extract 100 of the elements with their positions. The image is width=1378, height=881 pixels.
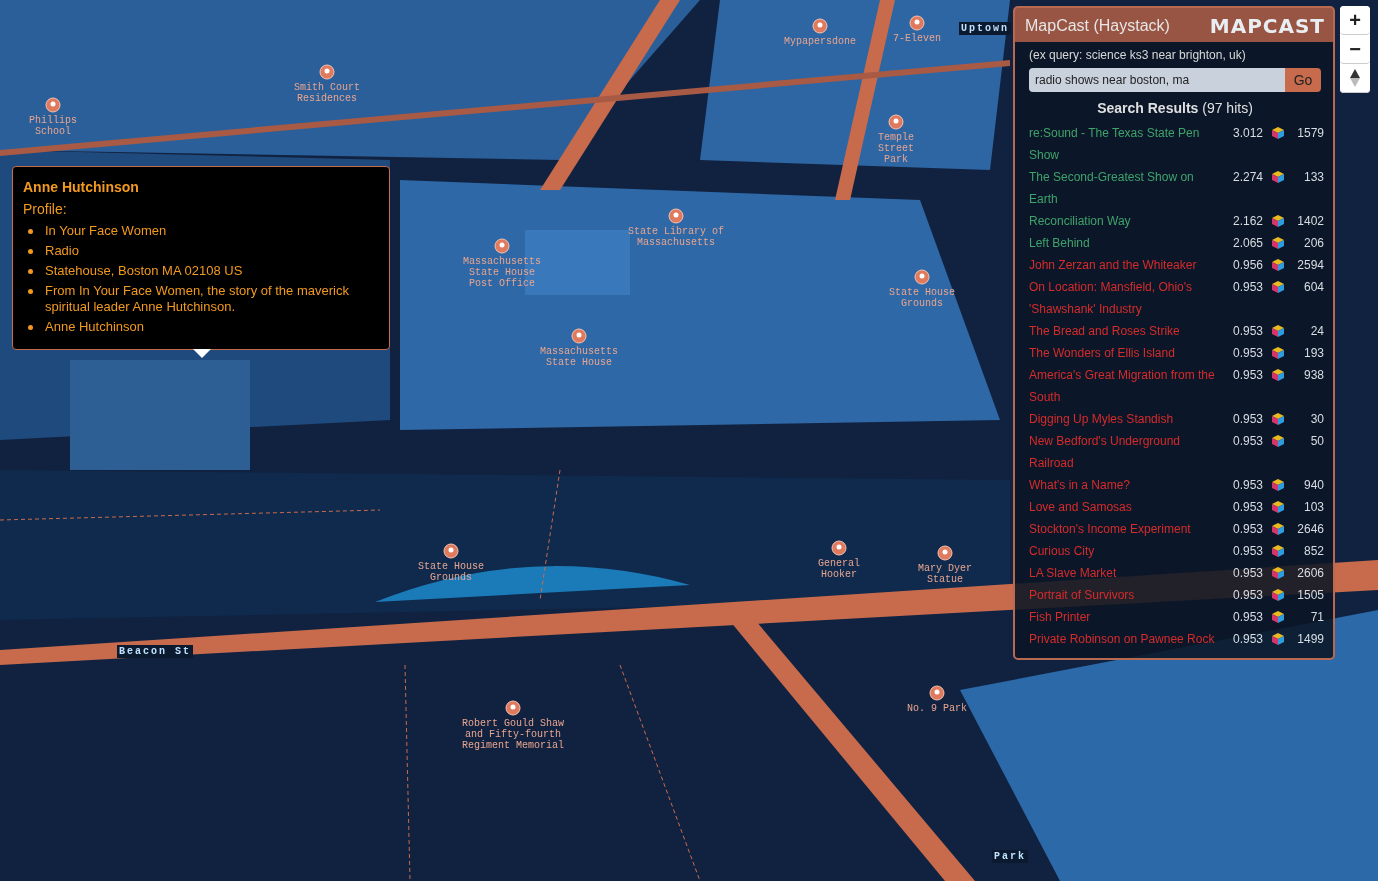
result-link[interactable]: Fish Printer bbox=[1029, 606, 1225, 628]
result-link[interactable]: Portrait of Survivors bbox=[1029, 584, 1225, 606]
result-score: 0.953 bbox=[1231, 323, 1263, 340]
popup-item: Statehouse, Boston MA 02108 US bbox=[45, 263, 243, 279]
result-count: 71 bbox=[1309, 609, 1324, 626]
map-pin-icon[interactable] bbox=[443, 543, 459, 559]
map-pin-icon[interactable] bbox=[831, 540, 847, 556]
cube-icon bbox=[1271, 281, 1285, 293]
map-pin-icon[interactable] bbox=[319, 64, 335, 80]
bullet-icon bbox=[28, 325, 33, 330]
result-link[interactable]: Reconciliation Way bbox=[1029, 210, 1225, 232]
map-label: No. 9 Park bbox=[907, 703, 967, 714]
result-link[interactable]: The Second-Greatest Show on Earth bbox=[1029, 166, 1225, 210]
map-label: Temple Street Park bbox=[877, 132, 915, 165]
result-score: 0.953 bbox=[1231, 565, 1263, 582]
map-pin-icon[interactable] bbox=[929, 685, 945, 701]
result-score: 3.012 bbox=[1231, 125, 1263, 142]
result-count: 938 bbox=[1302, 367, 1324, 384]
cube-icon bbox=[1271, 369, 1285, 381]
result-link[interactable]: America's Great Migration from the South bbox=[1029, 364, 1225, 408]
result-count: 1579 bbox=[1296, 125, 1324, 142]
result-link[interactable]: Love and Samosas bbox=[1029, 496, 1225, 518]
result-count: 24 bbox=[1309, 323, 1324, 340]
result-count: 1402 bbox=[1296, 213, 1324, 230]
popup-subtitle: Profile: bbox=[23, 201, 68, 217]
cube-icon bbox=[1271, 611, 1285, 623]
map-label: Smith Court Residences bbox=[293, 82, 361, 104]
popup-pointer bbox=[193, 349, 211, 358]
query-hint: (ex query: science ks3 near brighton, uk) bbox=[1029, 48, 1247, 62]
map-label: Mypapersdone bbox=[784, 36, 856, 47]
map-label: Mary Dyer Statue bbox=[917, 563, 973, 585]
result-link[interactable]: LA Slave Market bbox=[1029, 562, 1225, 584]
result-count: 604 bbox=[1302, 279, 1324, 296]
cube-icon bbox=[1271, 325, 1285, 337]
map-label: State House Grounds bbox=[888, 287, 956, 309]
result-count: 206 bbox=[1302, 235, 1324, 252]
result-score: 0.953 bbox=[1231, 499, 1263, 516]
map-label: Uptown bbox=[959, 22, 1011, 35]
result-score: 0.953 bbox=[1231, 521, 1263, 538]
cube-icon bbox=[1271, 413, 1285, 425]
bullet-icon bbox=[28, 269, 33, 274]
result-score: 0.953 bbox=[1231, 345, 1263, 362]
popup-item: From In Your Face Women, the story of the maverick spiritual leader Anne Hutchinson. bbox=[45, 283, 350, 315]
map-label: General Hooker bbox=[817, 558, 861, 580]
bullet-icon bbox=[28, 289, 33, 294]
popup-item: In Your Face Women bbox=[45, 223, 167, 239]
result-link[interactable]: The Bread and Roses Strike bbox=[1029, 320, 1225, 342]
popup-item: Radio bbox=[45, 243, 79, 259]
search-field[interactable]: radio shows near boston, ma bbox=[1029, 68, 1285, 92]
cube-icon bbox=[1271, 479, 1285, 491]
result-score: 0.953 bbox=[1231, 587, 1263, 604]
map-label: State House Grounds bbox=[417, 561, 485, 583]
results-heading: Search Results (97 hits) bbox=[1096, 100, 1254, 116]
result-count: 852 bbox=[1302, 543, 1324, 560]
result-score: 2.065 bbox=[1231, 235, 1263, 252]
result-link[interactable]: Curious City bbox=[1029, 540, 1225, 562]
result-link[interactable]: The Wonders of Ellis Island bbox=[1029, 342, 1225, 364]
result-count: 2606 bbox=[1296, 565, 1324, 582]
result-link[interactable]: Private Robinson on Pawnee Rock bbox=[1029, 628, 1225, 650]
bullet-icon bbox=[28, 249, 33, 254]
result-score: 0.953 bbox=[1231, 543, 1263, 560]
cube-icon bbox=[1271, 633, 1285, 645]
popup-title: Anne Hutchinson bbox=[23, 179, 140, 195]
cube-icon bbox=[1271, 347, 1285, 359]
result-count: 1505 bbox=[1296, 587, 1324, 604]
result-link[interactable]: Digging Up Myles Standish bbox=[1029, 408, 1225, 430]
cube-icon bbox=[1271, 259, 1285, 271]
result-link[interactable]: What's in a Name? bbox=[1029, 474, 1225, 496]
result-count: 940 bbox=[1302, 477, 1324, 494]
cube-icon bbox=[1271, 127, 1285, 139]
cube-icon bbox=[1271, 501, 1285, 513]
result-score: 0.953 bbox=[1231, 411, 1263, 428]
cube-icon bbox=[1271, 545, 1285, 557]
map-label: State Library of Massachusetts bbox=[627, 226, 725, 248]
result-score: 0.953 bbox=[1231, 433, 1263, 450]
compass-icon bbox=[1349, 68, 1361, 88]
result-link[interactable]: Stockton's Income Experiment bbox=[1029, 518, 1225, 540]
bullet-icon bbox=[28, 229, 33, 234]
result-count: 1499 bbox=[1296, 631, 1324, 648]
map-label: Phillips School bbox=[28, 115, 78, 137]
cube-icon bbox=[1271, 589, 1285, 601]
result-link[interactable]: Left Behind bbox=[1029, 232, 1225, 254]
result-link[interactable]: re:Sound - The Texas State Pen Show bbox=[1029, 122, 1225, 166]
go-button[interactable]: Go bbox=[1285, 68, 1321, 92]
result-score: 0.953 bbox=[1231, 631, 1263, 648]
cube-icon bbox=[1271, 237, 1285, 249]
result-link[interactable]: On Location: Mansfield, Ohio's 'Shawshank' Industry bbox=[1029, 276, 1225, 320]
map-label: Massachusetts State House bbox=[539, 346, 619, 368]
result-score: 0.953 bbox=[1231, 279, 1263, 296]
map-pin-icon[interactable] bbox=[937, 545, 953, 561]
map-pin-icon[interactable] bbox=[45, 97, 61, 113]
result-link[interactable]: New Bedford's Underground Railroad bbox=[1029, 430, 1225, 474]
result-link[interactable]: John Zerzan and the Whiteaker bbox=[1029, 254, 1225, 276]
map-pin-icon[interactable] bbox=[505, 700, 521, 716]
map-label: 7-Eleven bbox=[893, 33, 941, 44]
result-score: 0.956 bbox=[1231, 257, 1263, 274]
result-score: 2.274 bbox=[1231, 169, 1263, 186]
map-label: Park bbox=[992, 850, 1028, 863]
zoom-in-button[interactable]: + bbox=[1340, 6, 1370, 35]
panel-title: MapCast (Haystack) bbox=[1025, 17, 1170, 35]
